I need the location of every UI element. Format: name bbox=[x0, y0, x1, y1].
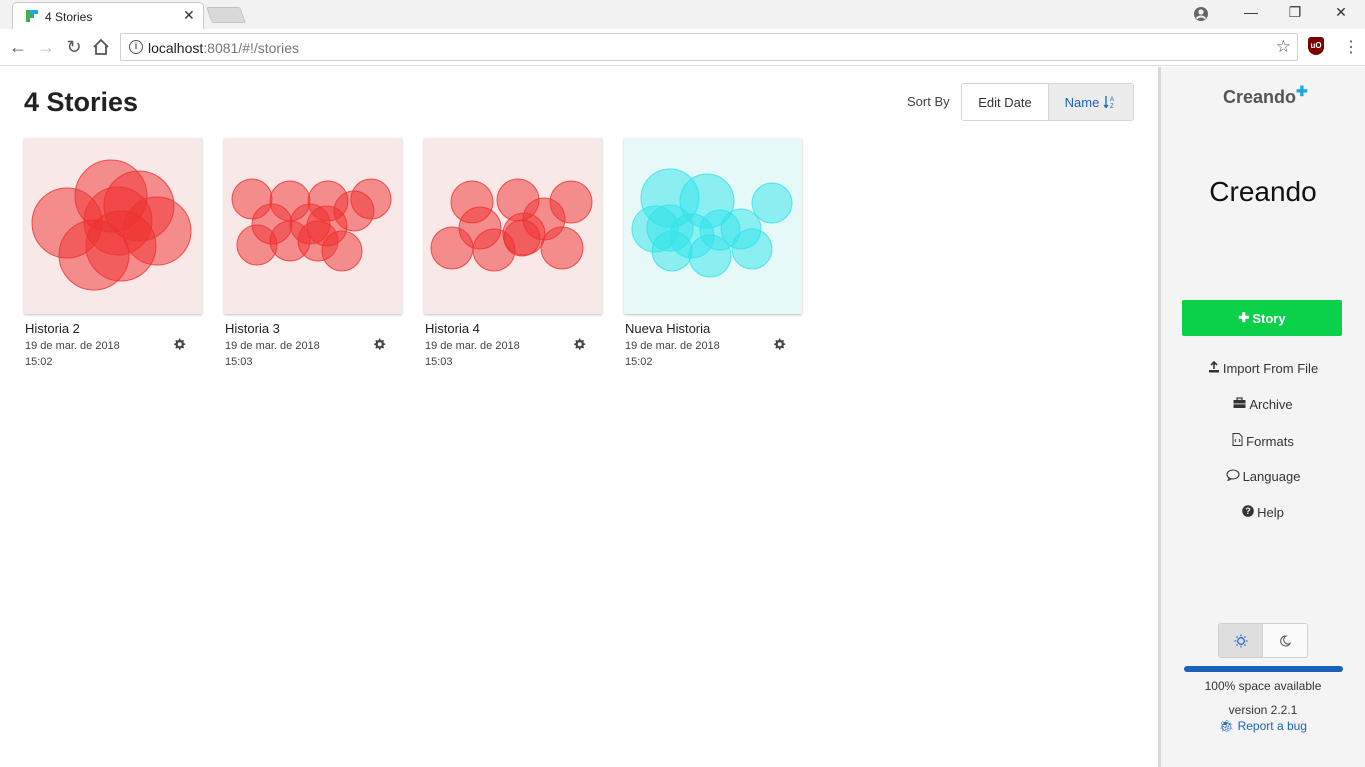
story-date: 19 de mar. de 2018 15:03 bbox=[225, 340, 320, 368]
archive-link[interactable]: Archive bbox=[1161, 397, 1365, 412]
sun-icon bbox=[1234, 634, 1247, 647]
story-preview[interactable] bbox=[624, 138, 802, 314]
browser-tab[interactable]: 4 Stories ✕ bbox=[12, 2, 204, 29]
import-from-file-link[interactable]: Import From File bbox=[1161, 361, 1365, 376]
storage-progress-bar bbox=[1184, 666, 1343, 672]
sidebar: Creando✚ Creando ✚ Story Import From File… bbox=[1158, 67, 1365, 767]
minimize-icon[interactable]: — bbox=[1241, 4, 1261, 20]
storage-text: 100% space available bbox=[1204, 679, 1322, 693]
help-link[interactable]: ? Help bbox=[1161, 505, 1365, 520]
plus-icon: ✚ bbox=[1238, 310, 1250, 325]
dark-theme-button[interactable] bbox=[1263, 624, 1307, 657]
file-code-icon bbox=[1232, 433, 1243, 446]
home-icon[interactable] bbox=[92, 38, 110, 56]
browser-tab-strip: 4 Stories ✕ — ❐ ✕ bbox=[0, 0, 1365, 29]
story-preview[interactable] bbox=[24, 138, 202, 314]
formats-link[interactable]: Formats bbox=[1161, 433, 1365, 449]
svg-text:?: ? bbox=[1245, 506, 1251, 516]
sort-edit-date-button[interactable]: Edit Date bbox=[962, 84, 1049, 120]
info-icon[interactable]: i bbox=[129, 40, 143, 54]
bug-icon: 🐞︎ bbox=[1219, 719, 1235, 733]
twine-favicon-icon bbox=[26, 10, 38, 22]
story-name[interactable]: Historia 4 bbox=[425, 321, 480, 336]
gear-icon[interactable] bbox=[772, 337, 786, 351]
sidebar-title: Creando bbox=[1209, 176, 1317, 207]
gear-icon[interactable] bbox=[172, 337, 186, 351]
close-window-icon[interactable]: ✕ bbox=[1331, 4, 1351, 21]
new-story-button[interactable]: ✚ Story bbox=[1182, 300, 1342, 336]
theme-toggle-group bbox=[1218, 623, 1308, 658]
version-text: version 2.2.1 bbox=[1228, 703, 1298, 717]
briefcase-icon bbox=[1233, 397, 1246, 408]
moon-icon bbox=[1280, 634, 1291, 647]
report-bug-link[interactable]: 🐞︎ Report a bug bbox=[1161, 719, 1365, 733]
story-name[interactable]: Historia 2 bbox=[25, 321, 80, 336]
svg-text:Z: Z bbox=[1110, 104, 1114, 109]
page-title: 4 Stories bbox=[24, 87, 139, 117]
sort-alpha-icon: A Z bbox=[1103, 96, 1114, 109]
story-date: 19 de mar. de 2018 15:03 bbox=[425, 340, 520, 368]
story-preview[interactable] bbox=[224, 138, 402, 314]
speech-bubble-icon bbox=[1226, 469, 1240, 481]
story-date: 19 de mar. de 2018 15:02 bbox=[625, 340, 720, 368]
question-icon: ? bbox=[1242, 505, 1254, 517]
story-card[interactable]: Historia 4 19 de mar. de 2018 15:03 bbox=[424, 138, 602, 368]
sort-toggle-group: Edit Date Name A Z bbox=[961, 83, 1134, 121]
svg-text:A: A bbox=[1110, 97, 1114, 103]
story-preview[interactable] bbox=[424, 138, 602, 314]
tab-close-icon[interactable]: ✕ bbox=[183, 7, 195, 24]
sort-label: Sort By bbox=[907, 94, 950, 109]
restore-icon[interactable]: ❐ bbox=[1285, 4, 1305, 21]
story-card[interactable]: Historia 2 19 de mar. de 2018 15:02 bbox=[24, 138, 202, 368]
story-name[interactable]: Nueva Historia bbox=[625, 321, 710, 336]
gear-icon[interactable] bbox=[372, 337, 386, 351]
tab-title: 4 Stories bbox=[45, 10, 93, 24]
upload-icon bbox=[1208, 361, 1219, 373]
story-card[interactable]: Historia 3 19 de mar. de 2018 15:03 bbox=[224, 138, 402, 368]
browser-toolbar: ← → ↻ i localhost:8081/#!/stories ☆ uO ⋮ bbox=[0, 29, 1365, 66]
story-name[interactable]: Historia 3 bbox=[225, 321, 280, 336]
bookmark-star-icon[interactable]: ☆ bbox=[1276, 37, 1291, 57]
reload-icon[interactable]: ↻ bbox=[64, 37, 84, 57]
gear-icon[interactable] bbox=[572, 337, 586, 351]
sort-name-button[interactable]: Name A Z bbox=[1048, 84, 1133, 120]
story-library: 4 Stories Sort By Edit Date Name A Z His… bbox=[0, 67, 1158, 767]
story-card[interactable]: Nueva Historia 19 de mar. de 2018 15:02 bbox=[624, 138, 802, 368]
forward-arrow-icon[interactable]: → bbox=[36, 37, 56, 57]
storage-progress-fill bbox=[1184, 666, 1343, 672]
light-theme-button[interactable] bbox=[1219, 624, 1264, 657]
language-link[interactable]: Language bbox=[1161, 469, 1365, 484]
back-arrow-icon[interactable]: ← bbox=[8, 37, 28, 57]
new-tab-button[interactable] bbox=[206, 7, 246, 23]
ublock-extension-icon[interactable]: uO bbox=[1308, 37, 1324, 55]
url-text: localhost:8081/#!/stories bbox=[148, 40, 299, 56]
account-icon[interactable] bbox=[1193, 6, 1209, 22]
story-date: 19 de mar. de 2018 15:02 bbox=[25, 340, 120, 368]
address-bar[interactable]: i localhost:8081/#!/stories ☆ bbox=[120, 33, 1298, 61]
browser-menu-icon[interactable]: ⋮ bbox=[1343, 37, 1359, 57]
creando-logo: Creando✚ bbox=[1223, 83, 1308, 107]
